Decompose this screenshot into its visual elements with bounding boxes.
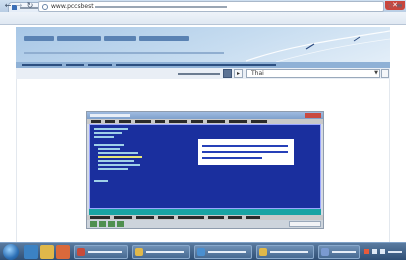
nav-link[interactable] (88, 64, 112, 66)
bookmark-star-icon[interactable]: ☆ (387, 1, 395, 11)
banner-title (24, 33, 204, 45)
control-label (176, 69, 222, 78)
nav-link[interactable] (66, 64, 84, 66)
system-tray (362, 245, 404, 259)
app-icon (321, 248, 329, 256)
ide-window-titlebar (87, 112, 323, 119)
banner-swoosh-graphic (245, 30, 390, 62)
taskbar-button[interactable] (74, 245, 128, 259)
control-toggle-button[interactable]: ▸ (234, 69, 243, 78)
globe-icon (42, 4, 48, 10)
tray-volume-icon[interactable] (380, 249, 385, 254)
taskbar-button[interactable] (318, 245, 360, 259)
control-button[interactable] (223, 69, 232, 78)
language-select-value: Thai (251, 70, 264, 77)
nav-link[interactable] (116, 64, 276, 66)
pinned-media-icon[interactable] (56, 245, 70, 259)
chevron-down-icon: ▼ (374, 70, 378, 76)
windows-taskbar (0, 242, 406, 260)
ide-window-title (90, 114, 130, 117)
language-select[interactable]: Thai ▼ (246, 69, 380, 78)
taskbar-button[interactable] (256, 245, 314, 259)
browser-toolbar (0, 12, 406, 25)
tray-clock[interactable] (388, 251, 402, 253)
site-banner (16, 27, 390, 62)
explorer-app-icon (197, 248, 205, 256)
ide-code-editor (89, 124, 321, 209)
pinned-folder-icon[interactable] (40, 245, 54, 259)
pinned-ie-icon[interactable] (24, 245, 38, 259)
taskbar-button[interactable] (194, 245, 252, 259)
window-app-icon (77, 248, 85, 256)
url-text: www.pccsbest (51, 3, 94, 10)
address-bar[interactable]: www.pccsbest (38, 1, 384, 12)
reload-icon[interactable]: ↻ (25, 1, 35, 11)
back-arrow-icon[interactable]: ← (3, 1, 13, 11)
page-control-row: ▸ Thai ▼ (16, 68, 390, 79)
tray-network-icon[interactable] (372, 249, 377, 254)
tray-flag-icon[interactable] (364, 249, 369, 254)
go-button[interactable] (381, 69, 389, 78)
browser-app-icon (135, 248, 143, 256)
url-path-text (95, 6, 227, 8)
ide-screenshot-taskbar (87, 220, 323, 228)
forward-arrow-icon[interactable]: → (14, 1, 24, 11)
embedded-ide-screenshot (86, 111, 324, 229)
banner-subtitle (24, 52, 224, 54)
taskbar-button[interactable] (132, 245, 190, 259)
folder-app-icon (259, 248, 267, 256)
nav-link[interactable] (22, 64, 62, 66)
ide-window-controls (305, 113, 321, 118)
start-button[interactable] (3, 244, 19, 260)
wrench-menu-icon[interactable]: ≡ (396, 1, 404, 11)
ide-annotation-popup (197, 138, 295, 166)
